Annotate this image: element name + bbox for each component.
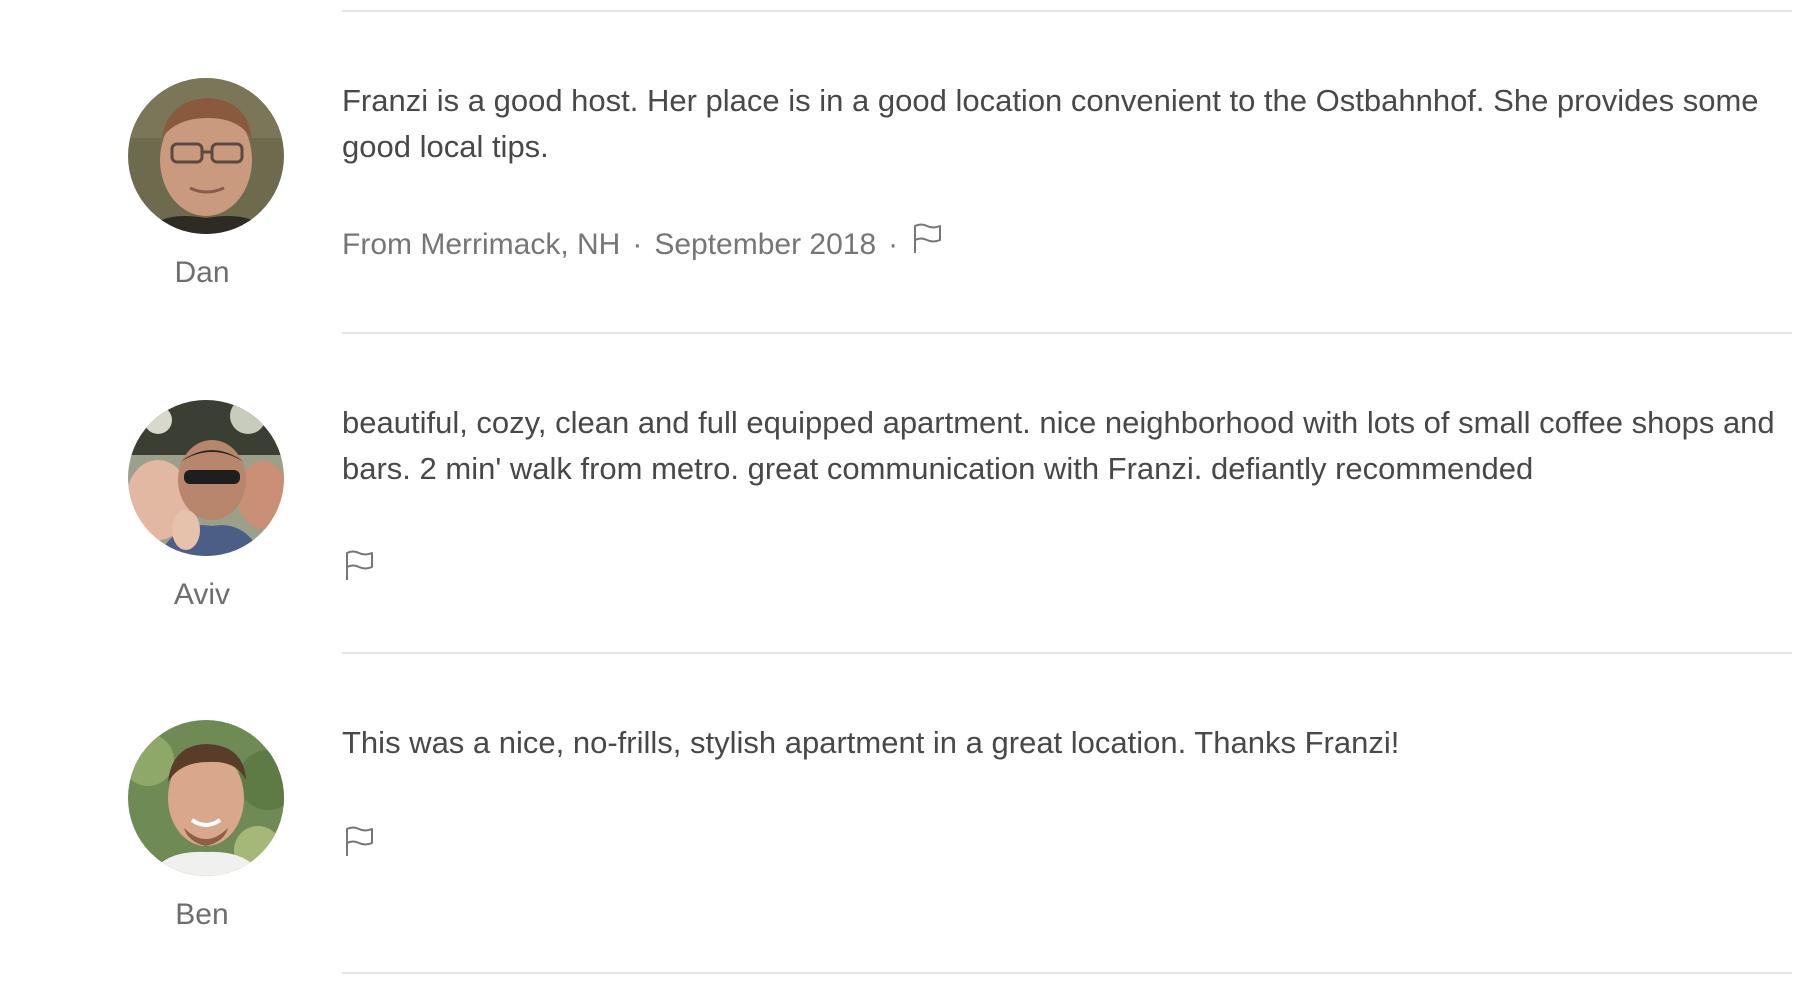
review-divider (342, 972, 1792, 974)
review-item: Aviv beautiful, cozy, clean and full equ… (0, 400, 1800, 720)
review-text: beautiful, cozy, clean and full equipped… (342, 405, 1775, 486)
meta-separator: · (888, 228, 899, 261)
review-body: Franzi is a good host. Her place is in a… (342, 78, 1782, 261)
avatar[interactable] (128, 720, 284, 876)
review-item: Dan Franzi is a good host. Her place is … (0, 78, 1800, 398)
flag-icon[interactable] (342, 824, 376, 858)
reviewer-name[interactable]: Dan (118, 256, 286, 290)
review-item: Ben This was a nice, no-frills, stylish … (0, 720, 1800, 1000)
meta-separator: · (632, 228, 643, 261)
review-divider (342, 652, 1792, 654)
review-divider (342, 10, 1792, 12)
flag-icon[interactable] (910, 221, 944, 255)
review-meta: From Merrimack, NH · September 2018 · (342, 223, 944, 262)
review-body: beautiful, cozy, clean and full equipped… (342, 400, 1782, 580)
reviewer-profile: Dan (126, 78, 286, 290)
review-body: This was a nice, no-frills, stylish apar… (342, 720, 1782, 856)
flag-icon[interactable] (342, 548, 376, 582)
reviewer-location: From Merrimack, NH (342, 228, 621, 261)
reviewer-profile: Aviv (126, 400, 286, 612)
reviewer-name[interactable]: Ben (118, 898, 286, 932)
review-text: Franzi is a good host. Her place is in a… (342, 83, 1759, 164)
reviews-list: Dan Franzi is a good host. Her place is … (0, 0, 1800, 1000)
avatar[interactable] (128, 78, 284, 234)
reviewer-profile: Ben (126, 720, 286, 932)
review-divider (342, 332, 1792, 334)
review-text: This was a nice, no-frills, stylish apar… (342, 725, 1400, 760)
review-date: September 2018 (654, 228, 877, 261)
review-meta (342, 824, 376, 858)
avatar[interactable] (128, 400, 284, 556)
review-meta (342, 548, 376, 582)
reviewer-name[interactable]: Aviv (118, 578, 286, 612)
